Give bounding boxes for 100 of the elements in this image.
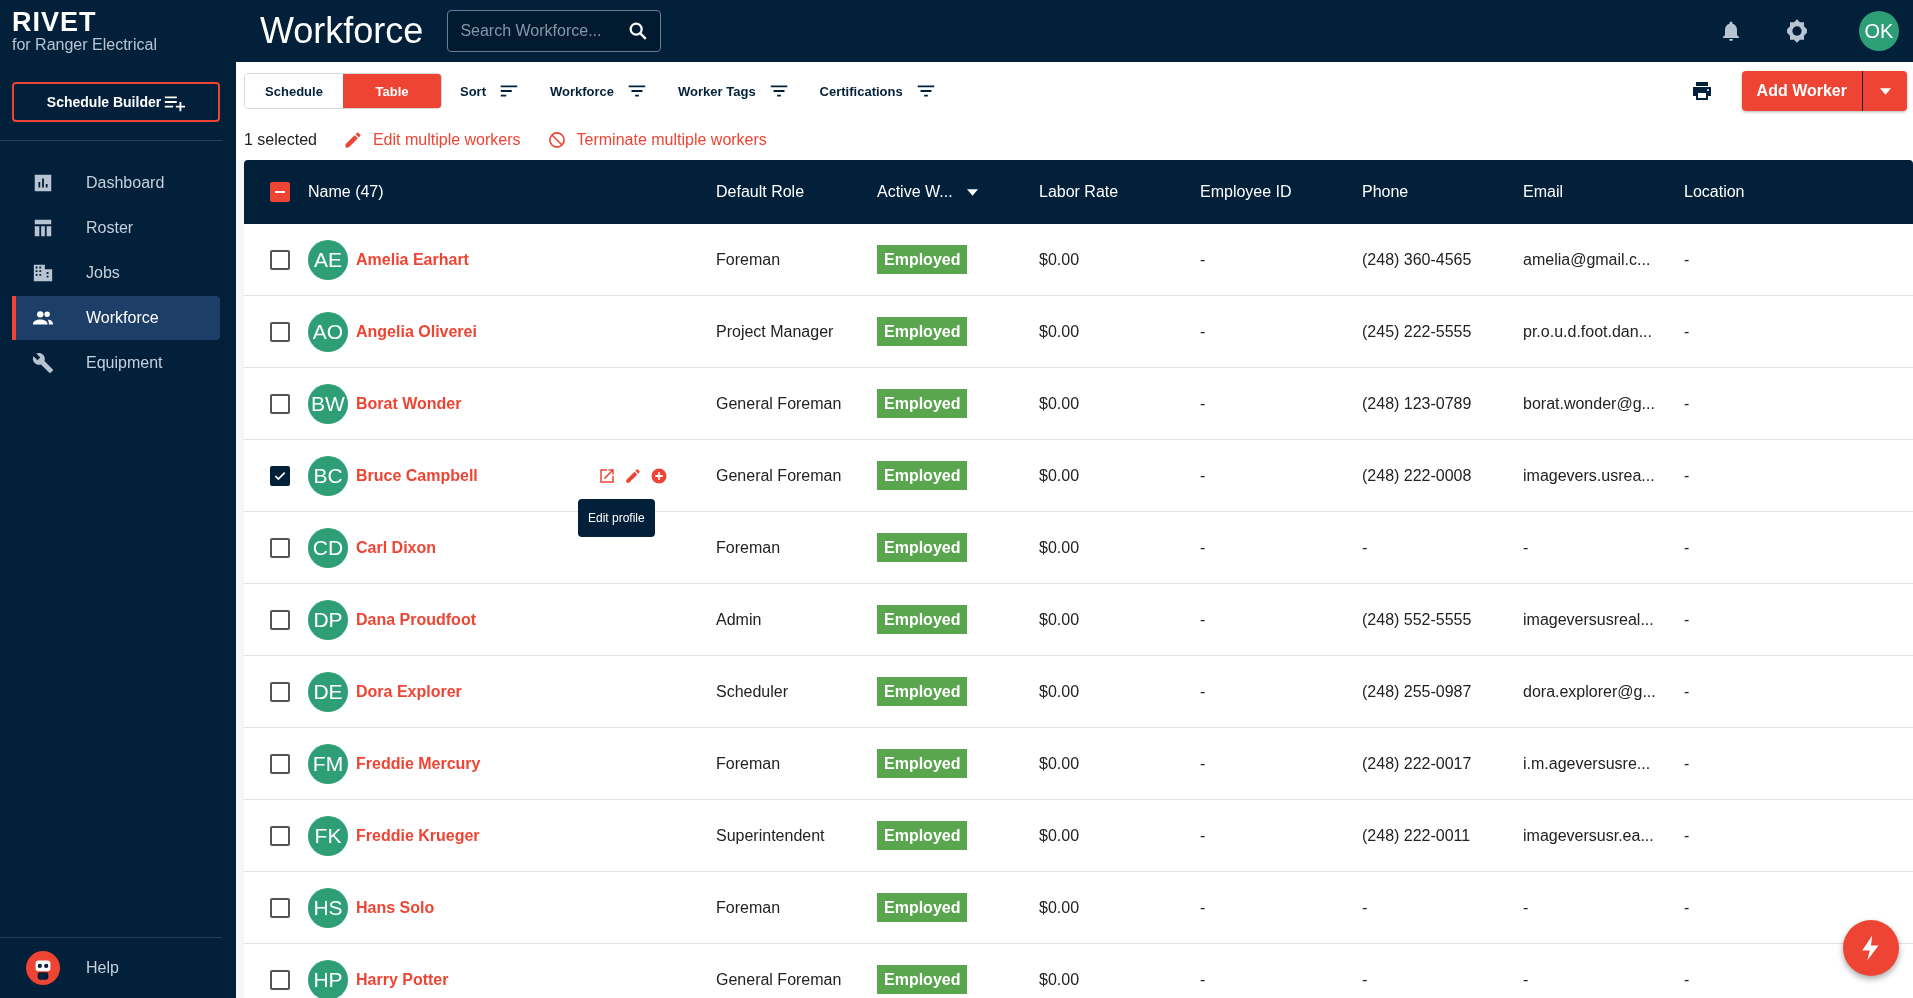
location-text: - [1684,538,1690,556]
schedule-builder-button[interactable]: Schedule Builder [12,82,220,122]
select-all-checkbox[interactable] [270,182,290,202]
role-text: General Foreman [716,970,842,988]
status-badge: Employed [877,604,968,634]
labor-rate-text: $0.00 [1039,682,1080,700]
logo-text: RIVET [12,8,98,36]
role-text: General Foreman [716,394,842,412]
filter-button[interactable]: Worker Tags [674,80,794,102]
phone-text: - [1362,538,1368,556]
external-link-icon[interactable] [598,466,616,485]
row-checkbox[interactable] [270,609,290,630]
dropdown-button[interactable] [1863,71,1907,111]
location-text: - [1684,682,1690,700]
avatar: HS [308,887,348,928]
employee-id-text: - [1200,754,1206,772]
worker-name-link[interactable]: Carl Dixon [356,538,436,557]
email-text: i.m.ageversusre... [1523,754,1651,772]
filter-button[interactable]: Sort [456,80,524,102]
status-badge: Employed [877,316,968,346]
column-header[interactable]: Name (47) [308,183,384,201]
role-text: Superintendent [716,826,825,844]
email-text: imageversusr.ea... [1523,826,1654,844]
column-header[interactable]: Labor Rate [1039,183,1119,201]
worker-name-link[interactable]: Hans Solo [356,898,435,917]
worker-name-link[interactable]: Dora Explorer [356,682,462,701]
view-tab[interactable]: Table [343,74,441,108]
edit-multiple-link[interactable]: Edit multiple workers [342,130,521,150]
row-checkbox[interactable] [270,393,290,414]
location-text: - [1684,826,1690,844]
worker-name-link[interactable]: Amelia Earhart [356,250,469,269]
worker-name-link[interactable]: Freddie Mercury [356,754,481,773]
labor-rate-text: $0.00 [1039,466,1080,484]
phone-text: (248) 552-5555 [1362,610,1472,628]
sidebar-item[interactable]: Jobs [12,251,220,295]
location-text: - [1684,754,1690,772]
row-checkbox[interactable] [270,321,290,342]
search-field[interactable]: Search Workforce... [447,10,662,52]
column-header[interactable]: Default Role [716,183,805,201]
terminate-multiple-link[interactable]: Terminate multiple workers [546,130,767,150]
filter-button[interactable]: Certifications [815,80,941,102]
location-text: - [1684,322,1690,340]
sidebar-item[interactable]: Dashboard [12,161,220,205]
row-checkbox[interactable] [270,537,290,558]
phone-text: (248) 255-0987 [1362,682,1472,700]
row-checkbox[interactable] [270,753,290,774]
row-checkbox[interactable] [270,969,290,990]
email-text: - [1523,898,1529,916]
column-header[interactable]: Location [1684,183,1745,201]
email-text: amelia@gmail.c... [1523,250,1651,268]
row-checkbox[interactable] [270,825,290,846]
avatar: DE [308,671,348,712]
worker-name-link[interactable]: Borat Wonder [356,394,462,413]
status-badge: Employed [877,532,968,562]
phone-text: (248) 222-0008 [1362,466,1472,484]
avatar: DP [308,599,348,640]
labor-rate-text: $0.00 [1039,754,1080,772]
role-text: Admin [716,610,762,628]
status-badge: Employed [877,820,968,850]
column-header[interactable]: Active W... [877,183,953,201]
help-item[interactable]: Help [0,937,222,998]
row-checkbox[interactable] [270,465,290,486]
sidebar-item[interactable]: Equipment [12,341,220,385]
phone-text: (248) 222-0017 [1362,754,1472,772]
labor-rate-text: $0.00 [1039,826,1080,844]
worker-name-link[interactable]: Freddie Krueger [356,826,480,845]
column-header[interactable]: Employee ID [1200,183,1292,201]
employee-id-text: - [1200,250,1206,268]
row-checkbox[interactable] [270,249,290,270]
wrench-icon [32,352,54,374]
status-badge: Employed [877,388,968,418]
employee-id-text: - [1200,898,1206,916]
sidebar-item[interactable]: Roster [12,206,220,250]
worker-name-link[interactable]: Harry Potter [356,970,449,989]
row-checkbox[interactable] [270,897,290,918]
column-header[interactable]: Phone [1362,183,1409,201]
employee-id-text: - [1200,394,1206,412]
column-header[interactable]: Email [1523,183,1563,201]
phone-text: - [1362,970,1368,988]
avatar: FM [308,743,348,784]
worker-name-link[interactable]: Angelia Oliverei [356,322,477,341]
phone-text: - [1362,898,1368,916]
add-circle-icon[interactable] [650,466,668,485]
status-badge: Employed [877,676,968,706]
sidebar-item[interactable]: Workforce [12,296,220,340]
employee-id-text: - [1200,682,1206,700]
sort-caret-icon[interactable] [966,188,978,196]
employee-id-text: - [1200,970,1206,988]
caret-icon [1879,87,1891,95]
selection-count: 1 selected [244,131,317,149]
bar-chart-icon [32,172,54,194]
filter-button[interactable]: Workforce [546,80,653,102]
row-checkbox[interactable] [270,681,290,702]
worker-name-link[interactable]: Dana Proudfoot [356,610,476,629]
add-worker-button[interactable]: Add Worker [1741,71,1863,111]
avatar: BW [308,383,348,424]
worker-name-link[interactable]: Bruce Campbell [356,466,478,485]
status-badge: Employed [877,748,968,778]
pencil-icon[interactable] [624,466,642,485]
status-badge: Employed [877,244,968,274]
